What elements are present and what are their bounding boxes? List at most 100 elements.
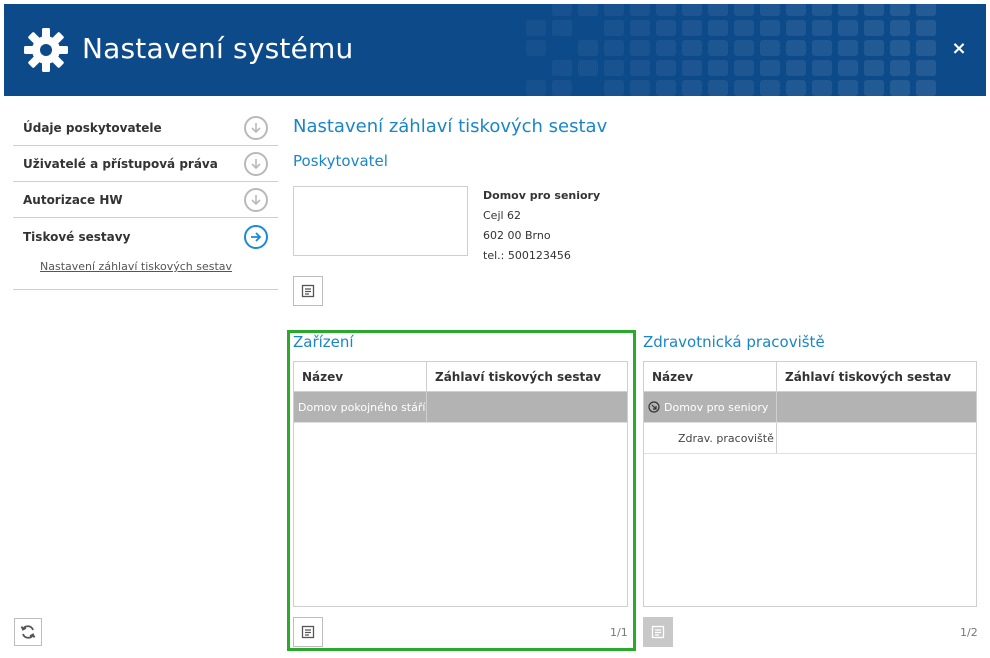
sidebar-item-label: Uživatelé a přístupová práva — [23, 156, 218, 171]
column-header-report-header[interactable]: Záhlaví tiskových sestav — [427, 362, 627, 391]
header-tile — [682, 4, 702, 16]
header-tile — [864, 60, 884, 76]
workplaces-grid: Název Záhlaví tiskových sestav Domov pro… — [643, 361, 977, 607]
arrow-down-circle-icon[interactable] — [244, 188, 268, 212]
header-tile — [786, 20, 806, 36]
sidebar-item-users[interactable]: Uživatelé a přístupová práva — [13, 146, 278, 182]
workplaces-title: Zdravotnická pracoviště — [643, 333, 825, 351]
provider-city: 602 00 Brno — [483, 229, 551, 242]
header-tile — [656, 40, 676, 56]
header-tile — [682, 20, 702, 36]
table-row[interactable]: Zdrav. pracoviště — [644, 423, 976, 454]
header-tile — [838, 4, 858, 16]
header-tile — [604, 40, 624, 56]
grid-header: Název Záhlaví tiskových sestav — [294, 362, 627, 392]
edit-workplace-header-button[interactable] — [643, 617, 673, 647]
header-tile — [656, 60, 676, 76]
column-header-name[interactable]: Název — [644, 362, 777, 391]
gear-icon — [24, 28, 68, 72]
header-tile — [838, 20, 858, 36]
sidebar-item-provider-data[interactable]: Údaje poskytovatele — [13, 110, 278, 146]
header-tile — [552, 4, 572, 16]
header-tile — [578, 60, 598, 76]
cell-report-header — [777, 423, 976, 453]
arrow-right-circle-icon[interactable] — [244, 225, 268, 249]
collapse-arrow-icon[interactable] — [648, 401, 660, 413]
header-tile — [864, 20, 884, 36]
header-tile — [864, 40, 884, 56]
header-tile — [708, 60, 728, 76]
header-tile — [890, 80, 910, 96]
header-tile — [760, 4, 780, 16]
header-tile — [760, 80, 780, 96]
header-tile — [786, 4, 806, 16]
provider-info: Domov pro seniory Cejl 62 602 00 Brno te… — [483, 186, 600, 266]
header-tile — [760, 60, 780, 76]
arrow-down-circle-icon[interactable] — [244, 152, 268, 176]
table-row[interactable]: Domov pro seniory — [644, 392, 976, 423]
window-title: Nastavení systému — [82, 32, 354, 65]
header-tile — [734, 80, 754, 96]
header-tile — [786, 60, 806, 76]
header-tile — [604, 60, 624, 76]
cell-name: Domov pokojného stáří — [294, 392, 427, 422]
sidebar-item-label: Tiskové sestavy — [23, 230, 131, 244]
page-title: Nastavení záhlaví tiskových sestav — [293, 116, 608, 137]
sidebar-item-label: Údaje poskytovatele — [23, 120, 162, 135]
header-tile — [656, 4, 676, 16]
header-tile — [812, 20, 832, 36]
edit-document-icon — [301, 625, 315, 639]
facilities-title: Zařízení — [293, 333, 354, 351]
workplaces-pager: 1/2 — [960, 626, 978, 639]
header-tile — [552, 60, 572, 76]
sidebar-item-print-reports[interactable]: Tiskové sestavy — [13, 218, 278, 256]
arrow-down-circle-icon[interactable] — [244, 116, 268, 140]
header-tile — [812, 60, 832, 76]
header-tile — [630, 20, 650, 36]
header-tile — [708, 20, 728, 36]
edit-facility-header-button[interactable] — [293, 617, 323, 647]
header-tile — [734, 20, 754, 36]
header-tile — [916, 40, 936, 56]
cell-report-header — [777, 392, 976, 422]
header-tile — [812, 4, 832, 16]
sidebar-item-hw-authorization[interactable]: Autorizace HW — [13, 182, 278, 218]
refresh-icon — [20, 625, 36, 639]
header-tile — [734, 4, 754, 16]
header-tile — [864, 4, 884, 16]
header-tile — [578, 40, 598, 56]
header-tile — [526, 80, 546, 96]
header-tile — [630, 60, 650, 76]
sidebar: Údaje poskytovatele Uživatelé a přístupo… — [13, 110, 278, 290]
header-tile — [760, 40, 780, 56]
header-tile — [682, 80, 702, 96]
provider-section-title: Poskytovatel — [293, 152, 388, 170]
header-tile — [812, 40, 832, 56]
header-tile — [916, 4, 936, 16]
header-tile — [682, 60, 702, 76]
header-tile — [604, 4, 624, 16]
edit-provider-header-button[interactable] — [293, 276, 323, 306]
header-tile — [656, 80, 676, 96]
header-tile — [552, 20, 572, 36]
close-icon[interactable]: × — [950, 40, 968, 58]
provider-phone: tel.: 500123456 — [483, 249, 571, 262]
header-tile — [526, 20, 546, 36]
column-header-name[interactable]: Název — [294, 362, 427, 391]
cell-name: Domov pro seniory — [644, 392, 777, 422]
header-tile — [578, 4, 598, 16]
column-header-report-header[interactable]: Záhlaví tiskových sestav — [777, 362, 976, 391]
facilities-pager: 1/1 — [610, 626, 628, 639]
header-tile — [916, 20, 936, 36]
header-tile — [916, 80, 936, 96]
table-row[interactable]: Domov pokojného stáří — [294, 392, 627, 423]
header-tile — [708, 4, 728, 16]
refresh-button[interactable] — [14, 618, 42, 646]
header-tile — [656, 20, 676, 36]
logo-placeholder — [293, 186, 468, 256]
header-tile — [864, 80, 884, 96]
edit-document-icon — [301, 284, 315, 298]
facilities-grid: Název Záhlaví tiskových sestav Domov pok… — [293, 361, 628, 607]
sidebar-subitem-report-header[interactable]: Nastavení záhlaví tiskových sestav — [40, 260, 232, 273]
header-tile — [630, 40, 650, 56]
